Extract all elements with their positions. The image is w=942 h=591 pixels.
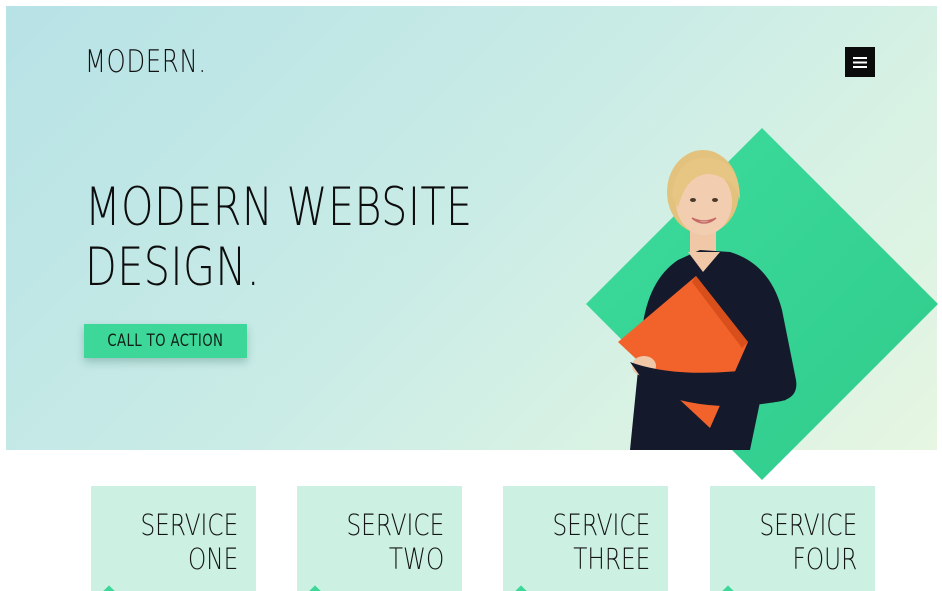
call-to-action-label: CALL TO ACTION <box>107 331 224 351</box>
service-card-title-line-2: TWO <box>388 542 444 576</box>
hero-headline-line-1: MODERN WEBSITE <box>85 177 473 238</box>
hero-headline-line-2: DESIGN. <box>85 237 261 298</box>
service-card-title: SERVICE THREE <box>552 508 650 576</box>
service-card-title: SERVICE FOUR <box>759 508 857 576</box>
service-card-four[interactable]: SERVICE FOUR <box>710 486 875 591</box>
hero-headline: MODERN WEBSITE DESIGN. <box>85 178 473 298</box>
service-card-title-line-1: SERVICE <box>140 508 238 542</box>
menu-button[interactable] <box>845 47 875 77</box>
service-card-title-line-1: SERVICE <box>346 508 444 542</box>
woman-holding-folder-image <box>618 150 797 450</box>
service-card-one[interactable]: SERVICE ONE <box>91 486 256 591</box>
site-logo[interactable]: MODERN. <box>85 44 207 80</box>
service-card-title-line-1: SERVICE <box>552 508 650 542</box>
service-card-title-line-1: SERVICE <box>759 508 857 542</box>
card-accent-shape <box>722 585 734 591</box>
call-to-action-button[interactable]: CALL TO ACTION <box>84 324 247 358</box>
card-accent-shape <box>309 585 321 591</box>
service-card-title-line-2: THREE <box>572 542 650 576</box>
card-accent-shape <box>103 585 115 591</box>
service-card-title: SERVICE ONE <box>140 508 238 576</box>
card-accent-shape <box>515 585 527 591</box>
landing-page: MODERN. MODERN WEBSITE DESIGN. CALL TO A… <box>0 0 942 591</box>
service-card-title: SERVICE TWO <box>346 508 444 576</box>
service-card-three[interactable]: SERVICE THREE <box>503 486 668 591</box>
services-section: SERVICE ONE SERVICE TWO SERVICE THREE SE… <box>0 486 942 591</box>
service-card-title-line-2: FOUR <box>792 542 857 576</box>
hamburger-menu-icon <box>853 56 867 68</box>
service-card-title-line-2: ONE <box>187 542 238 576</box>
service-card-two[interactable]: SERVICE TWO <box>297 486 462 591</box>
